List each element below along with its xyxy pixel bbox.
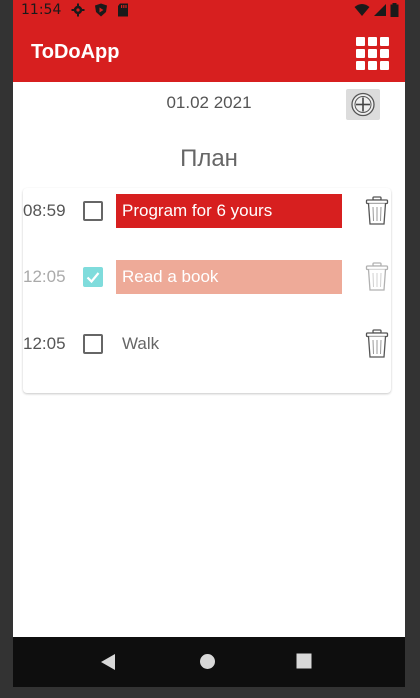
device-frame: 11:54 ToDoApp 01.02 2021 План 08:59 Prog…	[0, 0, 420, 698]
task-time: 12:05	[23, 334, 66, 353]
system-nav-bar	[13, 637, 405, 687]
bottom-bezel	[13, 687, 405, 698]
battery-icon	[390, 3, 399, 17]
status-bar: 11:54	[13, 0, 405, 22]
add-task-button[interactable]	[346, 89, 380, 120]
shield-play-icon	[95, 3, 107, 17]
status-time: 11:54	[21, 2, 62, 18]
date-row: 01.02 2021	[13, 86, 405, 122]
app-title: ToDoApp	[31, 41, 120, 63]
back-icon[interactable]	[100, 653, 116, 671]
trash-icon[interactable]	[365, 196, 389, 226]
task-time: 12:05	[23, 267, 66, 286]
task-checkbox[interactable]	[83, 201, 103, 221]
wifi-icon	[354, 4, 370, 16]
status-icons-left	[71, 3, 129, 17]
trash-icon[interactable]	[365, 329, 389, 359]
task-checkbox[interactable]	[83, 334, 103, 354]
task-label[interactable]: Walk	[116, 327, 342, 361]
task-label[interactable]: Program for 6 yours	[116, 194, 342, 228]
gear-icon	[71, 3, 85, 17]
task-checkbox[interactable]	[83, 267, 103, 287]
trash-icon[interactable]	[365, 262, 389, 292]
grid-icon	[356, 37, 389, 70]
recents-icon[interactable]	[296, 653, 312, 669]
task-time: 08:59	[23, 201, 66, 220]
task-row: 12:05 Walk	[23, 324, 391, 364]
app-screen: 11:54 ToDoApp 01.02 2021 План 08:59 Prog…	[13, 0, 405, 698]
grid-menu-button[interactable]	[356, 37, 389, 70]
task-label[interactable]: Read a book	[116, 260, 342, 294]
sd-card-icon	[118, 3, 128, 17]
status-icons-right	[354, 3, 399, 17]
home-icon[interactable]	[199, 653, 216, 670]
task-row: 08:59 Program for 6 yours	[23, 191, 391, 231]
app-bar: ToDoApp	[13, 22, 405, 82]
task-list-card: 08:59 Program for 6 yours 12:05 Read a b…	[23, 188, 391, 393]
add-circle-icon	[351, 92, 375, 117]
check-icon	[86, 272, 100, 284]
cell-signal-icon	[374, 4, 386, 16]
task-row: 12:05 Read a book	[23, 257, 391, 297]
plan-title: План	[180, 145, 238, 172]
